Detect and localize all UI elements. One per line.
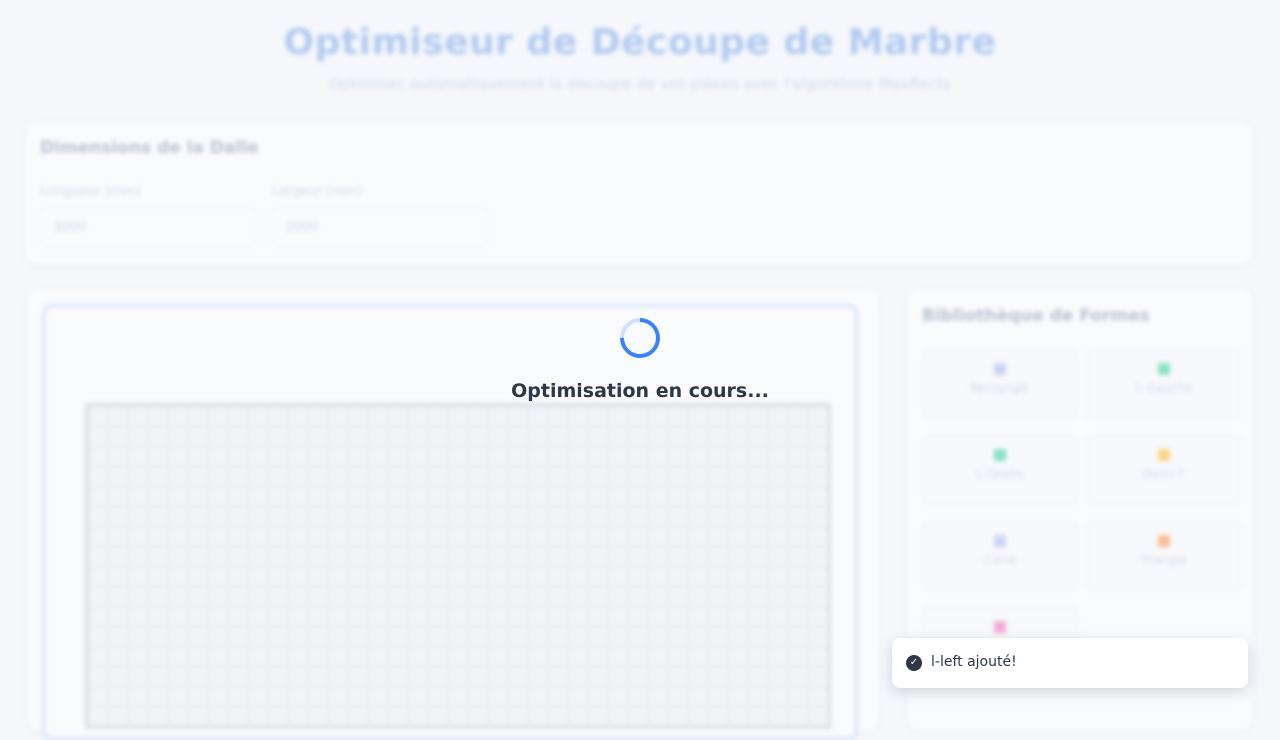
loading-text: Optimisation en cours... <box>511 380 769 402</box>
loading-overlay: Optimisation en cours... <box>0 0 1280 720</box>
loading-spinner-icon <box>611 309 669 367</box>
toast-message: l-left ajouté! <box>931 654 1017 670</box>
toast-notification[interactable]: ✓ l-left ajouté! <box>892 638 1248 688</box>
check-circle-icon: ✓ <box>906 655 922 671</box>
